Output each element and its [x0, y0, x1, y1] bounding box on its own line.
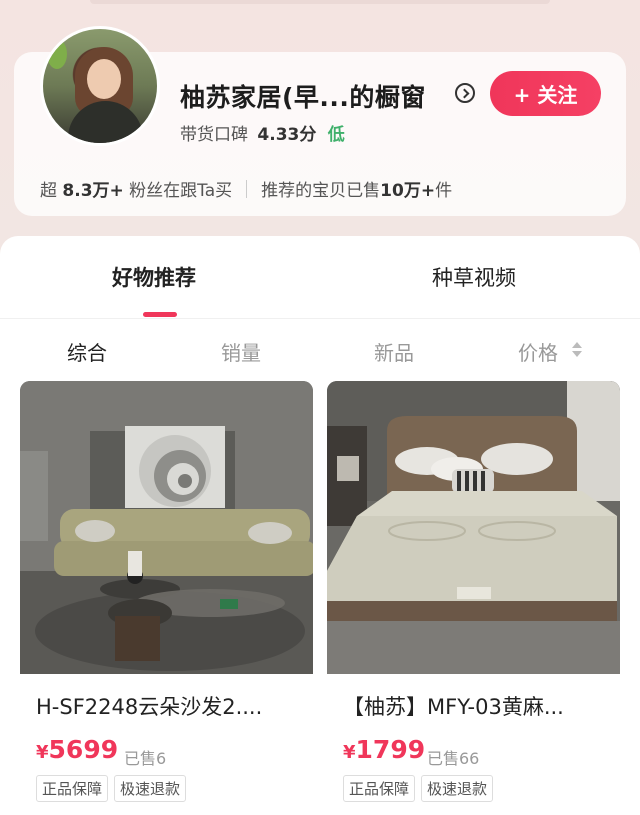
divider: [246, 179, 248, 198]
tag-fast-refund: 极速退款: [421, 775, 494, 802]
store-name[interactable]: 柚苏家居(早...的橱窗: [180, 78, 426, 114]
tab-bar: 好物推荐 种草视频: [0, 236, 640, 318]
sort-new[interactable]: 新品: [374, 337, 414, 366]
sort-arrows-icon[interactable]: [572, 342, 582, 360]
product-sold-count: 已售66: [427, 749, 480, 768]
product-card[interactable]: 【柚苏】MFY-03黄麻... ¥1799 已售66 正品保障 极速退款: [327, 381, 620, 815]
product-card[interactable]: H-SF2248云朵沙发2.... ¥5699 已售6 正品保障 极速退款: [20, 381, 313, 815]
tag-fast-refund: 极速退款: [114, 775, 187, 802]
bed-photo[interactable]: [327, 381, 620, 674]
product-title[interactable]: H-SF2248云朵沙发2....: [36, 691, 302, 721]
chevron-right-circle-icon[interactable]: [455, 83, 475, 103]
sold-count: 10万+: [380, 181, 436, 201]
main-content: 好物推荐 种草视频 综合 销量 新品 价格 H-SF2248云朵沙发2.... …: [0, 236, 640, 815]
tag-authentic: 正品保障: [36, 775, 109, 802]
tab-active-indicator: [143, 312, 177, 317]
rating-label: 带货口碑: [180, 125, 248, 145]
sort-overall[interactable]: 综合: [67, 337, 107, 366]
tab-videos[interactable]: 种草视频: [432, 262, 516, 292]
sort-bar: 综合 销量 新品 价格: [0, 319, 640, 381]
product-price: ¥1799: [343, 735, 426, 764]
sort-sales[interactable]: 销量: [221, 337, 261, 366]
follow-button[interactable]: + 关注: [490, 71, 601, 116]
product-sold-count: 已售6: [124, 749, 167, 768]
top-strip: [90, 0, 550, 4]
sort-price[interactable]: 价格: [518, 337, 558, 366]
product-price: ¥5699: [36, 735, 119, 764]
sofa-photo[interactable]: [20, 381, 313, 674]
rating-score: 4.33分: [257, 125, 317, 145]
store-header-card: 柚苏家居(早...的橱窗 带货口碑 4.33分 低 + 关注 超 8.3万+ 粉…: [14, 26, 626, 216]
product-tags: 正品保障 极速退款: [343, 775, 494, 802]
rating-level-badge: 低: [327, 125, 345, 145]
avatar[interactable]: [40, 26, 160, 146]
tag-authentic: 正品保障: [343, 775, 416, 802]
store-rating: 带货口碑 4.33分 低: [180, 120, 345, 145]
leaf-decoration: [47, 39, 67, 69]
fans-count: 8.3万+: [62, 181, 124, 201]
product-tags: 正品保障 极速退款: [36, 775, 187, 802]
tab-recommended[interactable]: 好物推荐: [112, 262, 196, 292]
store-stats: 超 8.3万+ 粉丝在跟Ta买 推荐的宝贝已售 10万+ 件: [40, 176, 452, 201]
product-title[interactable]: 【柚苏】MFY-03黄麻...: [343, 691, 609, 721]
